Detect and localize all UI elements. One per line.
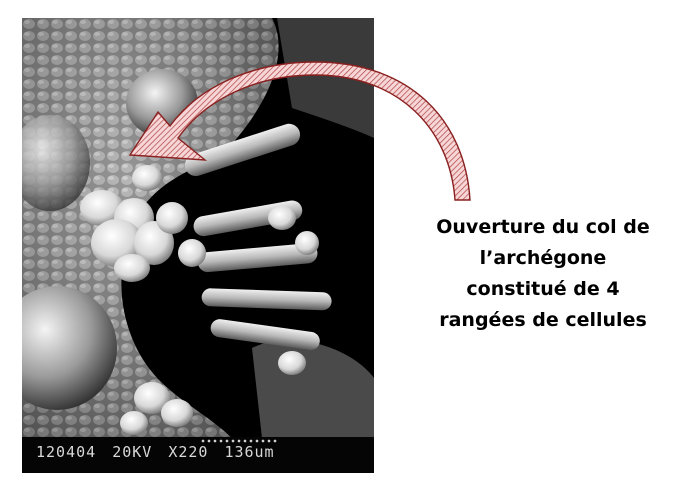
arrow-shape — [128, 61, 471, 201]
caption-line-1: Ouverture du col de — [436, 216, 650, 238]
caption: Ouverture du col de l’archégone constitu… — [408, 212, 678, 336]
caption-line-2: l’archégone — [479, 247, 607, 269]
caption-line-3: constitué de 4 — [466, 278, 620, 300]
caption-line-4: rangées de cellules — [439, 309, 647, 331]
